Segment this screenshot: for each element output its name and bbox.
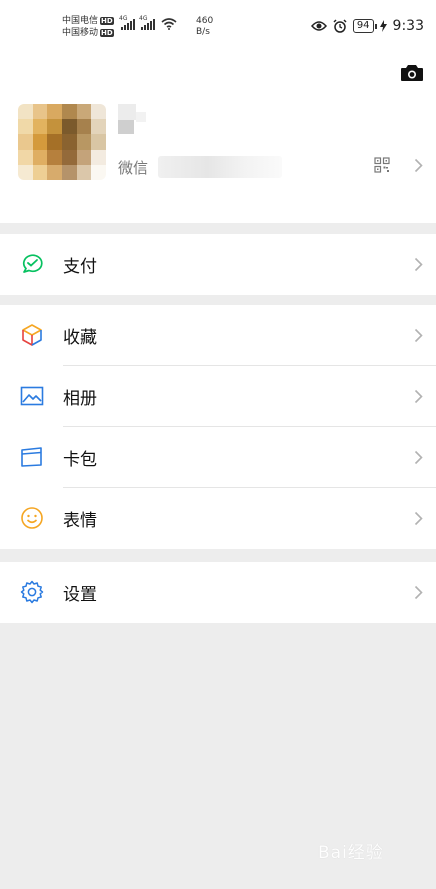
menu-group-settings: 设置 xyxy=(0,562,436,623)
chevron-right-icon xyxy=(414,328,423,343)
menu-label-album: 相册 xyxy=(63,389,97,409)
pay-icon xyxy=(22,254,43,273)
menu-label-cards: 卡包 xyxy=(63,450,97,470)
chevron-right-icon xyxy=(414,511,423,526)
album-icon xyxy=(20,386,44,406)
menu-group-main: 收藏 相册 卡包 表情 xyxy=(0,305,436,549)
menu-label-stickers: 表情 xyxy=(63,511,97,531)
eye-icon xyxy=(310,21,327,31)
wechat-id-row[interactable]: 微信 xyxy=(118,156,283,178)
chevron-right-icon xyxy=(414,257,423,272)
menu-item-pay[interactable]: 支付 xyxy=(0,234,436,295)
clock: 9:33 xyxy=(392,18,424,34)
card-wallet-icon xyxy=(21,447,42,467)
menu-group-pay: 支付 xyxy=(0,234,436,295)
menu-label-favorites: 收藏 xyxy=(63,328,97,348)
menu-label-settings: 设置 xyxy=(63,585,97,605)
menu-item-cards[interactable]: 卡包 xyxy=(0,427,436,488)
menu-item-favorites[interactable]: 收藏 xyxy=(0,305,436,366)
signal-icon: 4G xyxy=(139,15,155,30)
signal-icons: 4G 4G xyxy=(119,15,177,30)
wechat-id-blurred xyxy=(158,156,283,178)
smiley-face-icon xyxy=(21,507,43,529)
camera-icon[interactable] xyxy=(400,64,424,82)
wechat-id-label: 微信 xyxy=(118,158,149,177)
menu-item-album[interactable]: 相册 xyxy=(0,366,436,427)
baidu-jingyan-watermark: Bai经验 xyxy=(318,843,384,863)
wifi-icon xyxy=(161,18,177,30)
chevron-right-icon xyxy=(414,585,423,600)
hd-badge-1: HD xyxy=(100,17,114,25)
status-right: 94 9:33 xyxy=(310,18,424,34)
nickname-blurred xyxy=(118,104,150,136)
alarm-icon xyxy=(333,19,347,33)
signal-icon: 4G xyxy=(119,15,135,30)
battery-indicator: 94 xyxy=(352,19,377,33)
qr-code-icon[interactable] xyxy=(374,157,390,173)
carrier-2: 中国移动 xyxy=(62,28,99,38)
carrier-1: 中国电信 xyxy=(62,16,99,26)
chevron-right-icon xyxy=(414,158,423,173)
charging-icon xyxy=(379,20,387,32)
favorites-cube-icon xyxy=(22,324,42,346)
carrier-info: 中国电信 HD 中国移动 HD xyxy=(62,15,114,39)
profile-header: 中国电信 HD 中国移动 HD 4G 4G 460 B/s 94 9:33 微信 xyxy=(0,0,436,223)
menu-item-stickers[interactable]: 表情 xyxy=(0,488,436,549)
menu-label-pay: 支付 xyxy=(63,257,97,277)
menu-item-settings[interactable]: 设置 xyxy=(0,562,436,623)
chevron-right-icon xyxy=(414,389,423,404)
network-speed: 460 B/s xyxy=(196,16,214,37)
avatar[interactable] xyxy=(18,104,106,180)
chevron-right-icon xyxy=(414,450,423,465)
gear-icon xyxy=(20,580,44,604)
hd-badge-2: HD xyxy=(100,29,114,37)
